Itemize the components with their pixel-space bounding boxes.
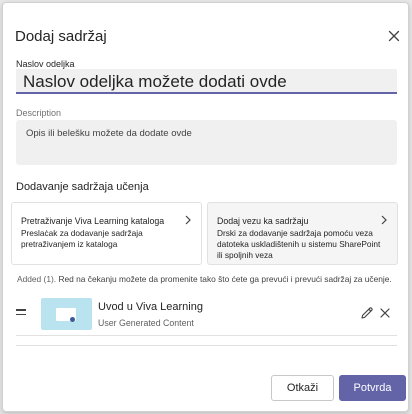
added-note: Added (1). Red na čekanju možete da prom… <box>17 274 392 284</box>
section-name-label: Naslov odeljka <box>16 59 75 69</box>
drag-handle-icon[interactable] <box>16 309 26 317</box>
card-description: Drski za dodavanje sadržaja pomoću veza … <box>217 228 381 260</box>
close-icon[interactable] <box>379 307 391 319</box>
close-icon[interactable] <box>386 28 402 44</box>
search-catalog-card[interactable]: Pretraživanje Viva Learning kataloga Pre… <box>11 202 202 265</box>
item-title: Uvod u Viva Learning <box>98 301 203 313</box>
description-input[interactable]: Opis ili belešku možete da dodate ovde <box>16 120 397 165</box>
content-thumbnail <box>41 298 92 330</box>
chevron-right-icon <box>184 215 192 225</box>
confirm-button[interactable]: Potvrda <box>339 375 406 401</box>
cancel-button[interactable]: Otkaži <box>271 375 334 401</box>
added-note-text: Red na čekanju možete da promenite tako … <box>58 274 392 284</box>
card-description: Preslaċak za dodavanje sadržaja pretraži… <box>21 228 143 249</box>
divider <box>16 345 397 346</box>
dialog-title: Dodaj sadržaj <box>15 28 107 45</box>
add-content-dialog: Dodaj sadržaj Naslov odeljka Naslov odel… <box>2 2 409 412</box>
add-link-card[interactable]: Dodaj vezu ka sadržaju Drski za dodavanj… <box>207 202 398 265</box>
pencil-icon[interactable] <box>360 306 374 320</box>
section-name-input[interactable]: Naslov odeljka možete dodati ovde <box>16 69 397 94</box>
card-title: Pretraživanje Viva Learning kataloga <box>21 216 165 226</box>
card-title: Dodaj vezu ka sadržaju <box>217 216 309 226</box>
added-count: Added (1). <box>17 274 57 284</box>
learning-section-title: Dodavanje sadržaja učenja <box>16 181 149 193</box>
description-label: Description <box>16 108 62 118</box>
list-item[interactable]: Uvod u Viva Learning User Generated Cont… <box>16 294 397 336</box>
chevron-right-icon <box>380 215 388 225</box>
item-subtitle: User Generated Content <box>98 318 194 328</box>
